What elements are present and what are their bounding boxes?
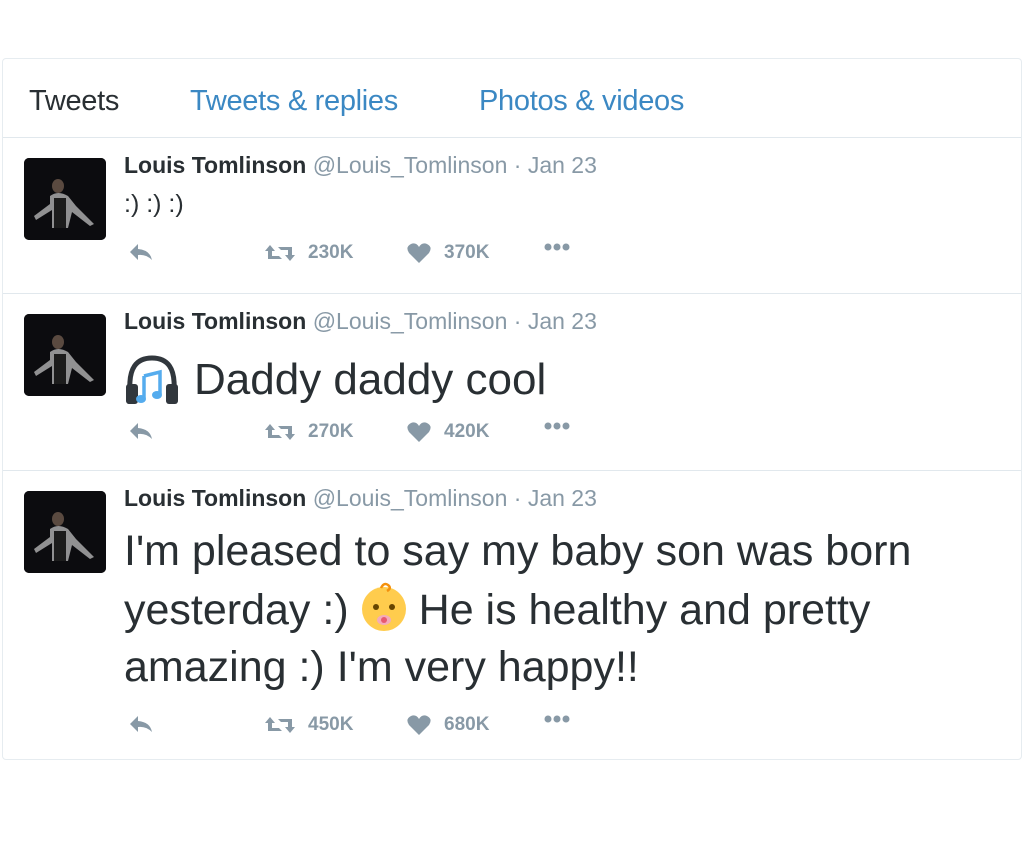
tweet-header: Louis Tomlinson @Louis_Tomlinson · Jan 2… bbox=[124, 308, 597, 335]
tweet[interactable]: Louis Tomlinson @Louis_Tomlinson · Jan 2… bbox=[3, 471, 1021, 759]
tweet[interactable]: Louis Tomlinson @Louis_Tomlinson · Jan 2… bbox=[3, 294, 1021, 471]
tweet-date[interactable]: Jan 23 bbox=[528, 308, 597, 334]
tab-photos-and-videos[interactable]: Photos & videos bbox=[479, 85, 684, 118]
timeline-tabs: Tweets Tweets & replies Photos & videos bbox=[3, 59, 1021, 138]
tweet-text: Daddy daddy cool bbox=[124, 354, 546, 406]
avatar[interactable] bbox=[24, 491, 106, 573]
more-button[interactable] bbox=[544, 714, 570, 724]
reply-icon bbox=[130, 244, 152, 260]
headphones-emoji bbox=[126, 355, 178, 404]
like-count: 370K bbox=[444, 242, 490, 263]
reply-button[interactable] bbox=[128, 421, 154, 441]
retweet-button[interactable]: 230K bbox=[264, 242, 353, 264]
reply-icon bbox=[130, 423, 152, 439]
tweet-header: Louis Tomlinson @Louis_Tomlinson · Jan 2… bbox=[124, 485, 597, 512]
like-count: 420K bbox=[444, 421, 490, 442]
retweet-count: 230K bbox=[308, 242, 354, 263]
like-button[interactable]: 680K bbox=[406, 714, 489, 736]
tab-tweets-and-replies[interactable]: Tweets & replies bbox=[190, 85, 398, 118]
retweet-count: 270K bbox=[308, 421, 354, 442]
like-count: 680K bbox=[444, 714, 490, 735]
author-handle[interactable]: @Louis_Tomlinson bbox=[313, 152, 508, 178]
retweet-button[interactable]: 450K bbox=[264, 714, 353, 736]
tweet-header: Louis Tomlinson @Louis_Tomlinson · Jan 2… bbox=[124, 152, 597, 179]
reply-button[interactable] bbox=[128, 242, 154, 262]
author-name[interactable]: Louis Tomlinson bbox=[124, 485, 306, 511]
separator: · bbox=[513, 152, 522, 178]
reply-button[interactable] bbox=[128, 714, 154, 734]
retweet-count: 450K bbox=[308, 714, 354, 735]
avatar-image bbox=[24, 314, 106, 396]
tweet-text: :) :) :) bbox=[124, 190, 184, 218]
more-button[interactable] bbox=[544, 421, 570, 431]
more-icon bbox=[544, 243, 570, 251]
avatar[interactable] bbox=[24, 158, 106, 240]
heart-icon bbox=[407, 715, 431, 735]
tweet-actions: 230K 370K bbox=[124, 242, 594, 272]
more-button[interactable] bbox=[544, 242, 570, 252]
retweet-button[interactable]: 270K bbox=[264, 421, 353, 443]
tweet-actions: 270K 420K bbox=[124, 421, 594, 451]
like-button[interactable]: 420K bbox=[406, 421, 489, 443]
tweet-text-content: Daddy daddy cool bbox=[194, 355, 547, 404]
tweet[interactable]: Louis Tomlinson @Louis_Tomlinson · Jan 2… bbox=[3, 138, 1021, 294]
reply-icon bbox=[130, 716, 152, 732]
heart-icon bbox=[407, 243, 431, 263]
baby-emoji bbox=[361, 582, 406, 631]
heart-icon bbox=[407, 422, 431, 442]
tweet-actions: 450K 680K bbox=[124, 714, 594, 744]
retweet-icon bbox=[265, 245, 295, 261]
avatar-image bbox=[24, 158, 106, 240]
tweet-date[interactable]: Jan 23 bbox=[528, 485, 597, 511]
author-handle[interactable]: @Louis_Tomlinson bbox=[313, 308, 508, 334]
more-icon bbox=[544, 715, 570, 723]
more-icon bbox=[544, 422, 570, 430]
separator: · bbox=[513, 485, 522, 511]
author-handle[interactable]: @Louis_Tomlinson bbox=[313, 485, 508, 511]
tweet-text: I'm pleased to say my baby son was born … bbox=[124, 523, 1004, 696]
avatar-image bbox=[24, 491, 106, 573]
tweet-date[interactable]: Jan 23 bbox=[528, 152, 597, 178]
avatar[interactable] bbox=[24, 314, 106, 396]
author-name[interactable]: Louis Tomlinson bbox=[124, 308, 306, 334]
like-button[interactable]: 370K bbox=[406, 242, 489, 264]
author-name[interactable]: Louis Tomlinson bbox=[124, 152, 306, 178]
tab-tweets[interactable]: Tweets bbox=[29, 85, 119, 118]
retweet-icon bbox=[265, 717, 295, 733]
profile-timeline: Tweets Tweets & replies Photos & videos … bbox=[2, 58, 1022, 760]
retweet-icon bbox=[265, 424, 295, 440]
separator: · bbox=[513, 308, 522, 334]
